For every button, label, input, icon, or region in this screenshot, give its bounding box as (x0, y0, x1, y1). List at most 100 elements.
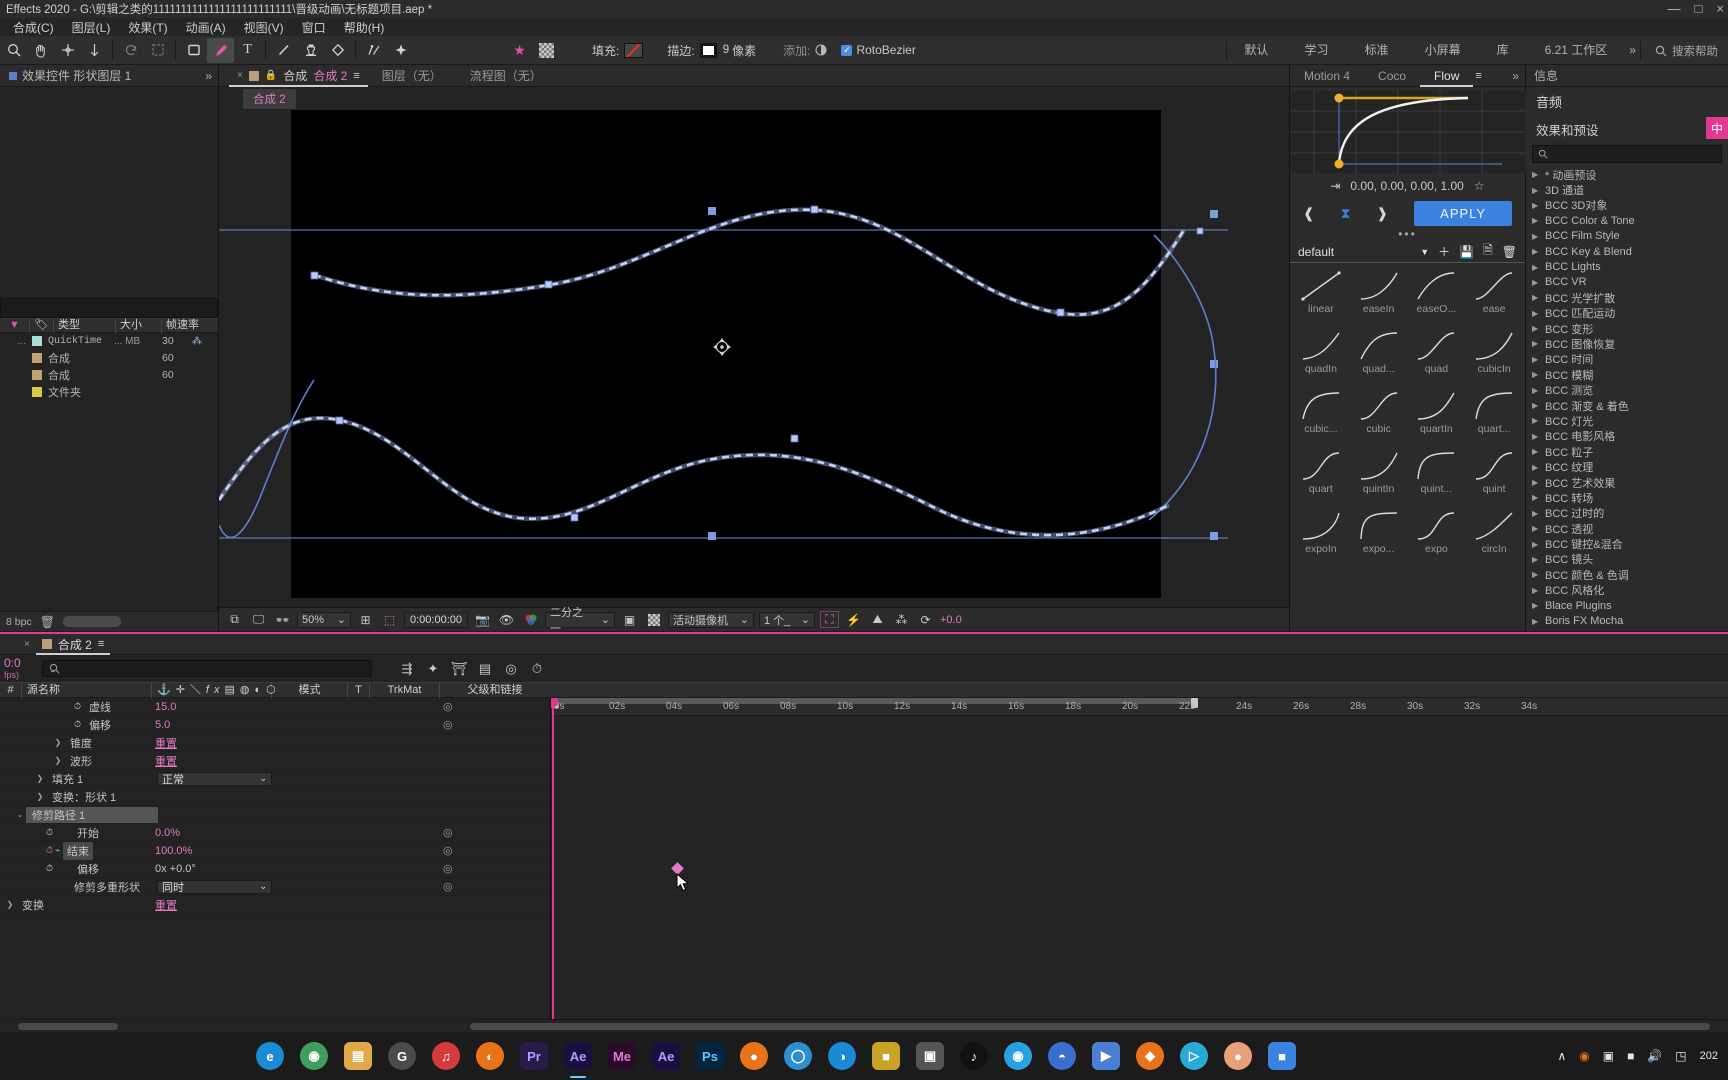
current-time-display[interactable]: 0:00:00:00 (404, 611, 468, 628)
track-row[interactable] (551, 734, 1728, 752)
fill-swatch[interactable] (624, 42, 644, 58)
taskbar-app-blender[interactable]: ● (732, 1032, 776, 1080)
close-icon[interactable]: × (24, 639, 30, 650)
project-row[interactable]: 文件夹 (0, 384, 218, 401)
fx-list-item[interactable]: ▶ BCC 灯光 (1526, 413, 1728, 428)
bezier-graph[interactable] (1290, 91, 1526, 173)
always-preview-icon[interactable]: ⧉ (225, 611, 244, 628)
timeline-jump-icon[interactable]: ⛰ (868, 611, 887, 628)
menu-composition[interactable]: 合成(C) (4, 18, 63, 37)
track-row[interactable] (551, 770, 1728, 788)
menu-view[interactable]: 视图(V) (235, 18, 293, 37)
ease-in-icon[interactable]: ❰ (1303, 205, 1315, 222)
chevron-right-icon[interactable]: ▶ (1532, 509, 1540, 518)
property-value[interactable]: 100.0% (155, 845, 192, 857)
comp-flowchart-icon[interactable]: ⁂ (892, 611, 911, 628)
rectangle-icon[interactable] (180, 38, 207, 63)
preset-cell[interactable]: quint... (1408, 445, 1466, 505)
channel-icon[interactable] (521, 611, 540, 628)
chevron-right-icon[interactable]: ❯ (34, 792, 46, 801)
fx-list-item[interactable]: ▶ BCC 键控&混合 (1526, 536, 1728, 551)
taskbar-app-orange[interactable]: ◆ (1128, 1032, 1172, 1080)
preset-cell[interactable]: quart... (1465, 385, 1523, 445)
preset-cell[interactable]: expo... (1350, 505, 1408, 565)
project-col-size[interactable]: 大小 (116, 317, 162, 333)
timeline-row[interactable]: ⏱ 偏移 5.0 ◎ (0, 716, 550, 734)
project-col-fps[interactable]: 帧速率 (162, 318, 218, 333)
preset-cell[interactable]: quadIn (1292, 325, 1350, 385)
flow-panel-menu-icon[interactable]: ≡ (1475, 70, 1481, 82)
auto-keyframe-icon[interactable]: ⏱ (524, 659, 550, 679)
flow-more-icon[interactable]: ••• (1290, 227, 1525, 241)
tab-flow[interactable]: Flow (1420, 65, 1473, 87)
fx-list-item[interactable]: ▶ BCC 变形 (1526, 321, 1728, 336)
fx-list-item[interactable]: ▶ BCC 粒子 (1526, 444, 1728, 459)
rotobezier-checkbox[interactable]: ✓ (841, 44, 853, 56)
bezier-values[interactable]: 0.00, 0.00, 0.00, 1.00 (1350, 179, 1463, 193)
timeline-row[interactable]: ⏱ ⌁ 结束 100.0% ◎ (0, 841, 550, 860)
rotobezier-group[interactable]: ✓ RotoBezier (841, 43, 916, 57)
clone-stamp-icon[interactable] (297, 38, 324, 63)
puppet-pin-icon[interactable] (387, 38, 414, 63)
fx-list-item[interactable]: ▶ 3D 通道 (1526, 182, 1728, 197)
fx-list-item[interactable]: ▶ BCC 图像恢复 (1526, 336, 1728, 351)
chevron-right-icon[interactable]: ❯ (52, 738, 64, 747)
chevron-right-icon[interactable]: ▶ (1532, 278, 1540, 287)
minimize-button[interactable]: — (1668, 0, 1681, 18)
chevron-right-icon[interactable]: ▶ (1532, 201, 1540, 210)
workspace-small-screen[interactable]: 小屏幕 (1407, 36, 1479, 65)
chevron-right-icon[interactable]: ▶ (1532, 232, 1540, 241)
preset-add-icon[interactable]: ＋ (1438, 243, 1450, 260)
zoom-select[interactable]: 50% ⌄ (297, 611, 351, 628)
stroke-group[interactable]: 描边: 9 像素 (657, 42, 761, 59)
fx-list-item[interactable]: ▶ BCC 时间 (1526, 352, 1728, 367)
preset-cell[interactable]: cubic (1350, 385, 1408, 445)
col-source-name[interactable]: 源名称 (22, 682, 152, 698)
transparency-checker-icon[interactable] (533, 38, 560, 63)
preset-cell[interactable]: expo (1408, 505, 1466, 565)
taskbar-app-music[interactable]: ♫ (424, 1032, 468, 1080)
track-row[interactable] (551, 878, 1728, 896)
chevron-right-icon[interactable]: ▶ (1532, 355, 1540, 364)
project-row[interactable]: 合成 60 (0, 350, 218, 367)
help-search[interactable]: 搜索帮助 (1641, 43, 1728, 59)
project-row[interactable]: ... QuickTime ... MB 30 ⁂ (0, 333, 218, 350)
breadcrumb-item[interactable]: 合成 2 (243, 88, 296, 109)
window-controls[interactable]: — □ × (1668, 0, 1724, 18)
camera-select[interactable]: 活动摄像机 ⌄ (668, 611, 754, 628)
clock[interactable]: 202 (1700, 1050, 1718, 1063)
workspace-library[interactable]: 库 (1479, 36, 1527, 65)
transparency-grid-icon[interactable]: ▣ (620, 611, 639, 628)
fill-group[interactable]: 填充: (582, 42, 644, 59)
tray-icon-3[interactable]: ■ (1627, 1049, 1634, 1063)
timeline-row[interactable]: ⏱ 偏移 0x +0.0° ◎ (0, 860, 550, 878)
eraser-icon[interactable] (324, 38, 351, 63)
orbit-icon[interactable] (54, 38, 81, 63)
exposure-reset-icon[interactable]: ⟳ (916, 611, 935, 628)
col-mode[interactable]: 模式 (272, 682, 348, 698)
flow-panel-expand-icon[interactable]: » (1512, 69, 1525, 83)
effects-search-input[interactable] (1532, 145, 1722, 163)
timeline-zoom-scroll[interactable] (18, 1022, 118, 1030)
preset-cell[interactable]: cubicIn (1465, 325, 1523, 385)
taskbar-app-player[interactable]: ▷ (1172, 1032, 1216, 1080)
chevron-right-icon[interactable]: ▶ (1532, 478, 1540, 487)
show-snapshot-icon[interactable]: 👁 (497, 611, 516, 628)
chevron-right-icon[interactable]: ▶ (1532, 540, 1540, 549)
taskbar-app-photoshop[interactable]: Ps (688, 1032, 732, 1080)
menu-animation[interactable]: 动画(A) (177, 18, 235, 37)
zoom-icon[interactable] (0, 38, 27, 63)
menu-layer[interactable]: 图层(L) (63, 18, 120, 37)
taskbar-app-media-encoder[interactable]: Me (600, 1032, 644, 1080)
composition-viewer[interactable] (219, 110, 1289, 607)
property-value[interactable]: 0.0% (155, 827, 180, 839)
tray-expand-icon[interactable]: ∧ (1557, 1049, 1566, 1063)
fx-list-item[interactable]: ▶ Boris FX Mocha (1526, 613, 1728, 628)
preset-set-name[interactable]: default (1298, 245, 1334, 259)
fx-list-item[interactable]: ▶ BCC 镜头 (1526, 552, 1728, 567)
taskbar-app-edge-beta[interactable]: ◑ (820, 1032, 864, 1080)
stopwatch-icon[interactable]: ⏱ (72, 719, 83, 730)
work-area-bar[interactable] (551, 698, 1197, 704)
chevron-right-icon[interactable]: ▶ (1532, 339, 1540, 348)
project-col-type[interactable]: 类型 (54, 317, 116, 333)
